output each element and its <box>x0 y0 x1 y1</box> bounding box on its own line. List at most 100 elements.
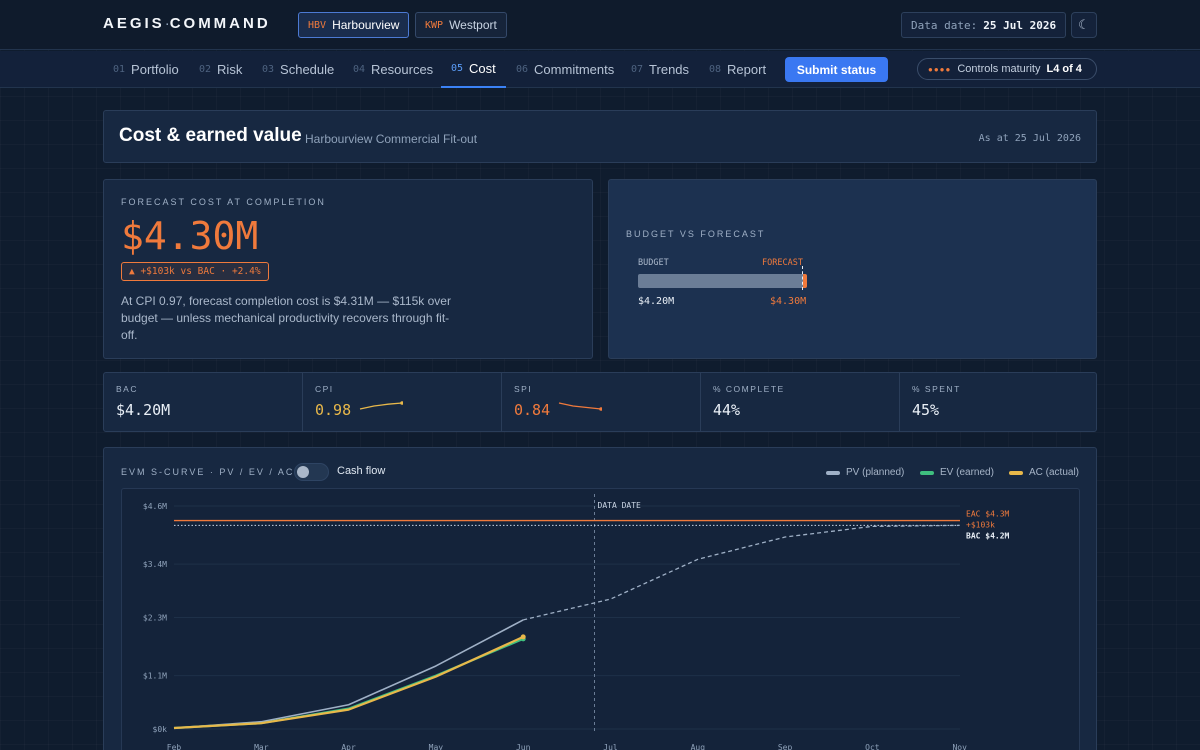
kpi-label: % COMPLETE <box>713 384 785 394</box>
cash-flow-label: Cash flow <box>337 465 386 477</box>
maturity-label: Controls maturity <box>957 63 1041 75</box>
data-date-label: Data date: <box>911 18 978 32</box>
eac-variance-label: +$103k <box>966 521 995 530</box>
tab-label: Resources <box>371 62 434 77</box>
x-tick-label: Sep <box>778 743 793 750</box>
cpi-sparkline <box>359 401 403 410</box>
budget-forecast-bar <box>638 266 807 290</box>
y-tick-label: $2.3M <box>143 614 167 623</box>
spi-sparkline <box>558 402 602 411</box>
legend-ac[interactable]: AC (actual) <box>1009 467 1079 478</box>
kpi-value: $4.20M <box>116 401 171 419</box>
project-name: Westport <box>449 18 497 32</box>
kpi-cpi: CPI 0.98 <box>303 373 502 431</box>
legend-label: PV (planned) <box>846 467 905 478</box>
forecast-label: FORECAST COST AT COMPLETION <box>121 197 326 207</box>
sparkline-path <box>558 402 602 410</box>
y-tick-label: $1.1M <box>143 672 167 681</box>
tab-number: 07 <box>631 64 644 75</box>
tab-number: 03 <box>262 64 275 75</box>
x-tick-label: Oct <box>865 743 880 750</box>
tab-number: 04 <box>353 64 366 75</box>
brand-name-left: AEGIS <box>103 15 165 32</box>
kpi-value: 0.84 <box>514 401 551 419</box>
brand-logo[interactable]: AEGIS·COMMAND <box>103 15 271 32</box>
tab-portfolio[interactable]: 01 Portfolio <box>113 51 179 88</box>
tab-schedule[interactable]: 03 Schedule <box>262 51 334 88</box>
data-date-display: Data date: 25 Jul 2026 <box>901 12 1067 38</box>
x-tick-label: Aug <box>691 743 706 750</box>
budget-bar-label: BUDGET <box>638 258 669 268</box>
moon-icon: ☾ <box>1078 17 1090 32</box>
kpi-strip: BAC $4.20M CPI 0.98 SPI 0.84 % COMPLETE … <box>103 372 1097 432</box>
x-tick-label: Jul <box>603 743 618 750</box>
sparkline-end-point <box>400 401 403 405</box>
tab-number: 01 <box>113 64 126 75</box>
evm-chart-title: EVM S-CURVE · PV / EV / AC <box>121 467 295 477</box>
forecast-panel: FORECAST COST AT COMPLETION $4.30M ▲ +$1… <box>103 179 593 359</box>
project-chip-harbourview[interactable]: HBV Harbourview <box>298 12 410 38</box>
evm-chart-panel: EVM S-CURVE · PV / EV / AC Cash flow PV … <box>103 447 1097 750</box>
budget-forecast-panel: BUDGET VS FORECAST BUDGET FORECAST $4.20… <box>608 179 1097 359</box>
project-code: HBV <box>308 19 327 31</box>
x-tick-label: Nov <box>952 743 967 750</box>
kpi-percent-complete: % COMPLETE 44% <box>701 373 900 431</box>
data-date-label: DATA DATE <box>598 501 642 510</box>
x-tick-label: Feb <box>167 743 182 750</box>
page-title: Cost & earned value <box>119 125 302 146</box>
forecast-bar-label: FORECAST <box>762 258 803 268</box>
tab-label: Report <box>727 62 767 77</box>
kpi-label: % SPENT <box>912 384 961 394</box>
forecast-value: $4.30M <box>121 214 259 258</box>
series-line-ac <box>173 635 524 730</box>
project-subtitle: Harbourview Commercial Fit-out <box>305 132 478 146</box>
legend-swatch <box>1009 470 1023 475</box>
forecast-marker <box>802 266 804 290</box>
kpi-bac: BAC $4.20M <box>104 373 303 431</box>
maturity-level: L4 of 4 <box>1046 63 1082 75</box>
theme-toggle-button[interactable]: ☾ <box>1071 12 1097 38</box>
tab-number: 05 <box>451 63 464 74</box>
tab-risk[interactable]: 02 Risk <box>199 51 242 88</box>
tab-report[interactable]: 08 Report <box>709 51 766 88</box>
legend-label: AC (actual) <box>1029 467 1080 478</box>
legend-swatch <box>920 470 934 475</box>
tab-resources[interactable]: 04 Resources <box>353 51 433 88</box>
y-tick-label: $4.6M <box>143 502 167 511</box>
project-name: Harbourview <box>332 18 400 32</box>
bac-label: BAC $4.2M <box>966 532 1010 541</box>
evm-s-curve-chart: $0k $1.1M $2.3M $3.4M $4.6M Feb Mar Apr May Jun Ju… <box>143 494 1010 750</box>
series-line-pv <box>173 619 524 729</box>
sparkline-end-point <box>599 407 602 411</box>
kpi-percent-spent: % SPENT 45% <box>900 373 1098 431</box>
tab-commitments[interactable]: 06 Commitments <box>516 51 614 88</box>
tab-label: Commitments <box>534 62 615 77</box>
x-tick-label: May <box>429 743 444 750</box>
kpi-value: 44% <box>713 401 741 419</box>
variance-badge: ▲ +$103k vs BAC · +2.4% <box>121 262 269 281</box>
tab-trends[interactable]: 07 Trends <box>631 51 689 88</box>
as-at-date: As at 25 Jul 2026 <box>978 133 1081 144</box>
brand-name-right: COMMAND <box>169 15 271 32</box>
tab-cost[interactable]: 05 Cost <box>441 51 506 88</box>
tab-number: 02 <box>199 64 212 75</box>
tab-number: 06 <box>516 64 529 75</box>
legend-ev[interactable]: EV (earned) <box>920 467 994 478</box>
sparkline-path <box>359 402 403 410</box>
legend-swatch <box>826 470 840 475</box>
toggle-knob <box>297 466 309 478</box>
cash-flow-toggle[interactable] <box>294 463 329 481</box>
forecast-description: At CPI 0.97, forecast completion cost is… <box>121 294 451 342</box>
x-tick-label: Mar <box>254 743 269 750</box>
controls-maturity-badge[interactable]: ●●●● Controls maturity L4 of 4 <box>917 58 1097 80</box>
project-chip-westport[interactable]: KWP Westport <box>415 12 507 38</box>
submit-status-button[interactable]: Submit status <box>785 57 888 82</box>
tab-label: Schedule <box>280 62 335 77</box>
pv-forecast-line <box>523 524 960 621</box>
y-tick-label: $3.4M <box>143 560 167 569</box>
evm-plot-area: $0k $1.1M $2.3M $3.4M $4.6M Feb Mar Apr May Jun Ju… <box>121 488 1080 750</box>
legend-label: EV (earned) <box>940 467 994 478</box>
legend-pv[interactable]: PV (planned) <box>826 467 904 478</box>
section-nav: 01 Portfolio 02 Risk 03 Schedule 04 Resource… <box>0 51 1200 88</box>
eac-label: EAC $4.3M <box>966 510 1010 519</box>
